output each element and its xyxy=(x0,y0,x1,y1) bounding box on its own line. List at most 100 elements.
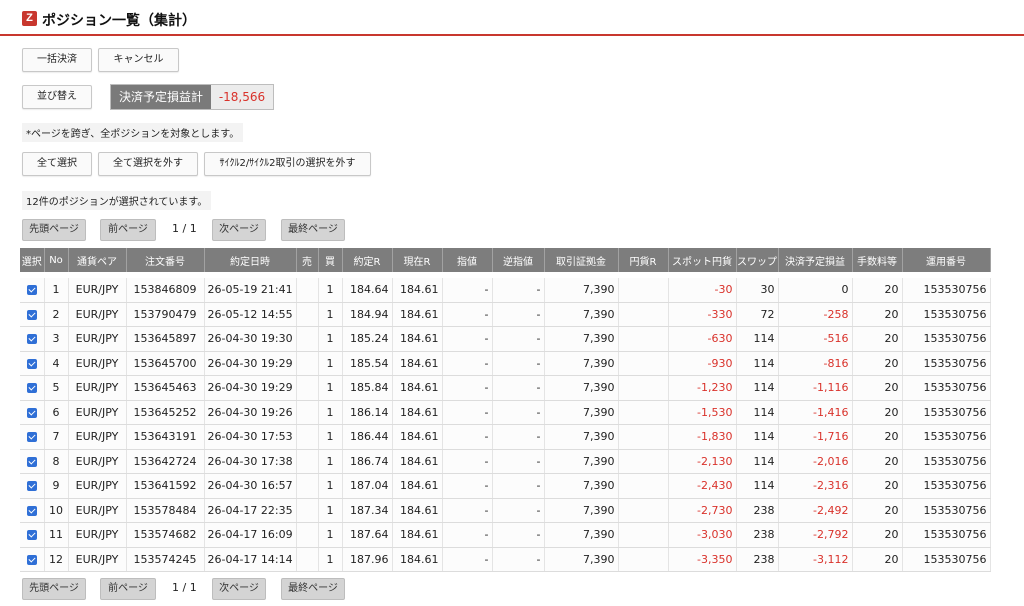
table-row[interactable]: 12 EUR/JPY 153574245 26-04-17 14:14 1 187.96 1… xyxy=(20,547,991,572)
table-row[interactable]: 6 EUR/JPY 153645252 26-04-30 19:26 1 186.14 18… xyxy=(20,400,991,425)
select-cell[interactable] xyxy=(20,547,45,572)
cell-current: 184.61 xyxy=(392,473,443,499)
cell-spot: -330 xyxy=(668,302,737,327)
select-cell[interactable] xyxy=(20,522,45,548)
select-cell[interactable] xyxy=(20,302,45,327)
first-page-button[interactable]: 先頭ページ xyxy=(22,578,86,600)
select-cell[interactable] xyxy=(20,375,45,401)
cell-fee: 20 xyxy=(852,522,903,548)
cell-margin: 7,390 xyxy=(544,547,619,572)
checkbox-checked-icon[interactable] xyxy=(26,456,37,467)
checkbox-checked-icon[interactable] xyxy=(26,334,37,345)
checkbox-checked-icon[interactable] xyxy=(26,432,37,443)
cell-sell xyxy=(296,278,319,303)
checkbox-checked-icon[interactable] xyxy=(26,383,37,394)
select-cell[interactable] xyxy=(20,278,45,303)
cell-rate: 187.34 xyxy=(342,498,393,523)
sort-button[interactable]: 並び替え xyxy=(22,85,92,109)
cell-op: 153530756 xyxy=(902,473,991,499)
cell-sell xyxy=(296,351,319,376)
table-row[interactable]: 1 EUR/JPY 153846809 26-05-19 21:41 1 184.64 18… xyxy=(20,278,991,303)
next-page-button[interactable]: 次ページ xyxy=(212,578,266,600)
checkbox-checked-icon[interactable] xyxy=(26,309,37,320)
last-page-button[interactable]: 最終ページ xyxy=(281,219,345,241)
select-cell[interactable] xyxy=(20,498,45,523)
select-cell[interactable] xyxy=(20,449,45,474)
cell-buy: 1 xyxy=(318,424,343,450)
cell-fee: 20 xyxy=(852,278,903,303)
table-row[interactable]: 2 EUR/JPY 153790479 26-05-12 14:55 1 184.94 18… xyxy=(20,302,991,327)
cell-rate: 187.04 xyxy=(342,473,393,499)
table-row[interactable]: 10 EUR/JPY 153578484 26-04-17 22:35 1 187.34 1… xyxy=(20,498,991,523)
cell-limit: - xyxy=(442,375,493,401)
column-header: 現在R xyxy=(392,248,443,272)
select-cell[interactable] xyxy=(20,326,45,352)
table-row[interactable]: 4 EUR/JPY 153645700 26-04-30 19:29 1 185.54 18… xyxy=(20,351,991,376)
page-header: Z ポジション一覧（集計） xyxy=(0,0,1024,36)
checkbox-checked-icon[interactable] xyxy=(26,358,37,369)
prev-page-button[interactable]: 前ページ xyxy=(100,219,156,241)
deselect-cycle-button[interactable]: ｻｲｸﾙ2/ｻｲｸﾙ2取引の選択を外す xyxy=(204,152,371,176)
cell-pl: -1,416 xyxy=(778,400,853,425)
cell-stop: - xyxy=(492,351,545,376)
checkbox-checked-icon[interactable] xyxy=(26,505,37,516)
select-cell[interactable] xyxy=(20,351,45,376)
column-header: スポット円貨 xyxy=(668,248,737,272)
cell-fee: 20 xyxy=(852,302,903,327)
cell-no: 12 xyxy=(44,547,69,572)
checkbox-checked-icon[interactable] xyxy=(26,530,37,541)
cell-stop: - xyxy=(492,302,545,327)
column-header: 注文番号 xyxy=(126,248,205,272)
cell-datetime: 26-04-30 16:57 xyxy=(204,473,297,499)
select-cell[interactable] xyxy=(20,400,45,425)
cell-fee: 20 xyxy=(852,375,903,401)
table-row[interactable]: 9 EUR/JPY 153641592 26-04-30 16:57 1 187.04 18… xyxy=(20,473,991,499)
table-row[interactable]: 8 EUR/JPY 153642724 26-04-30 17:38 1 186.74 18… xyxy=(20,449,991,474)
cancel-button[interactable]: キャンセル xyxy=(98,48,179,72)
last-page-button[interactable]: 最終ページ xyxy=(281,578,345,600)
checkbox-checked-icon[interactable] xyxy=(26,554,37,565)
table-row[interactable]: 3 EUR/JPY 153645897 26-04-30 19:30 1 185.24 18… xyxy=(20,326,991,352)
first-page-button[interactable]: 先頭ページ xyxy=(22,219,86,241)
cell-sell xyxy=(296,424,319,450)
column-header: 取引証拠金 xyxy=(544,248,619,272)
deselect-all-button[interactable]: 全て選択を外す xyxy=(98,152,198,176)
page-count: 1 / 1 xyxy=(172,581,197,594)
table-row[interactable]: 5 EUR/JPY 153645463 26-04-30 19:29 1 185.84 18… xyxy=(20,375,991,401)
table-row[interactable]: 7 EUR/JPY 153643191 26-04-30 17:53 1 186.44 18… xyxy=(20,424,991,450)
cell-sell xyxy=(296,473,319,499)
cell-no: 10 xyxy=(44,498,69,523)
cell-spot: -1,830 xyxy=(668,424,737,450)
next-page-button[interactable]: 次ページ xyxy=(212,219,266,241)
checkbox-checked-icon[interactable] xyxy=(26,407,37,418)
bulk-settle-button[interactable]: 一括決済 xyxy=(22,48,92,72)
checkbox-checked-icon[interactable] xyxy=(26,481,37,492)
cell-pl: -2,492 xyxy=(778,498,853,523)
select-all-button[interactable]: 全て選択 xyxy=(22,152,92,176)
cell-datetime: 26-04-17 16:09 xyxy=(204,522,297,548)
cell-rate: 186.14 xyxy=(342,400,393,425)
cell-rate: 185.84 xyxy=(342,375,393,401)
cell-buy: 1 xyxy=(318,449,343,474)
cell-datetime: 26-04-17 22:35 xyxy=(204,498,297,523)
cell-margin: 7,390 xyxy=(544,424,619,450)
cell-current: 184.61 xyxy=(392,302,443,327)
cell-yen-rate xyxy=(618,326,669,352)
z-logo-icon: Z xyxy=(22,11,37,26)
cell-pair: EUR/JPY xyxy=(68,400,127,425)
cell-fee: 20 xyxy=(852,351,903,376)
select-cell[interactable] xyxy=(20,424,45,450)
cell-fee: 20 xyxy=(852,400,903,425)
column-header: 約定R xyxy=(342,248,393,272)
cell-current: 184.61 xyxy=(392,498,443,523)
cell-margin: 7,390 xyxy=(544,278,619,303)
cell-no: 11 xyxy=(44,522,69,548)
cell-yen-rate xyxy=(618,400,669,425)
select-cell[interactable] xyxy=(20,473,45,499)
cell-current: 184.61 xyxy=(392,375,443,401)
cell-margin: 7,390 xyxy=(544,351,619,376)
checkbox-checked-icon[interactable] xyxy=(26,285,37,296)
table-row[interactable]: 11 EUR/JPY 153574682 26-04-17 16:09 1 187.64 1… xyxy=(20,522,991,548)
prev-page-button[interactable]: 前ページ xyxy=(100,578,156,600)
column-header: No xyxy=(44,248,69,272)
